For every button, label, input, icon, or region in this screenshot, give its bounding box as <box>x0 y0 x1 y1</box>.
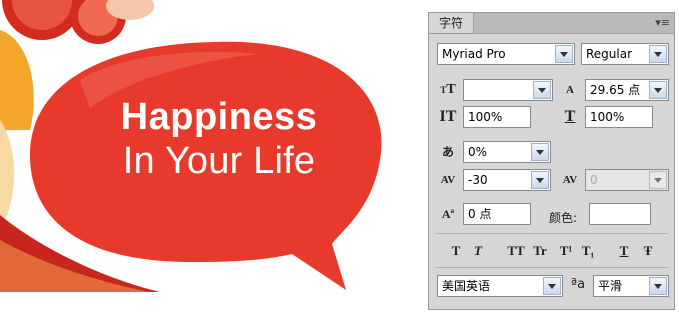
vertical-scale-icon: IT <box>439 108 457 125</box>
chevron-down-icon[interactable] <box>543 277 561 295</box>
chevron-down-icon[interactable] <box>649 45 667 63</box>
vertical-scale-input[interactable]: 100% <box>463 106 531 128</box>
font-size-input[interactable] <box>463 79 553 101</box>
language-select[interactable]: 美国英语 <box>437 275 563 297</box>
tsume-icon: あ <box>441 145 454 159</box>
tracking-input[interactable]: 0 <box>585 169 669 191</box>
food-slice <box>0 30 34 130</box>
font-family-select[interactable]: Myriad Pro <box>437 43 575 65</box>
horizontal-scale-icon: T <box>564 108 576 125</box>
chevron-down-icon[interactable] <box>533 81 551 99</box>
font-family-value: Myriad Pro <box>442 47 506 61</box>
superscript-button[interactable]: T¹ <box>557 242 575 260</box>
tracking-icon: AV <box>562 174 578 186</box>
horizontal-scale-input[interactable]: 100% <box>585 106 653 128</box>
panel-tab-bar: 字符 ▾≡ <box>429 13 674 34</box>
chevron-down-icon[interactable] <box>531 171 549 189</box>
character-panel: 字符 ▾≡ Myriad Pro Regular TT A 29.65 点 IT… <box>428 12 675 310</box>
small-caps-button[interactable]: Tr <box>531 242 549 260</box>
tab-character[interactable]: 字符 <box>429 13 474 33</box>
chevron-down-icon[interactable] <box>531 143 549 161</box>
subscript-button[interactable]: T₁ <box>579 242 597 260</box>
baseline-shift-input[interactable]: 0 点 <box>463 203 531 225</box>
chevron-down-icon[interactable] <box>649 81 667 99</box>
leading-icon: A <box>566 84 574 96</box>
antialias-select[interactable]: 平滑 <box>593 275 669 297</box>
headline-line-2: In Your Life <box>122 140 316 182</box>
headline-line-1: Happiness <box>120 96 318 138</box>
color-swatch[interactable] <box>589 203 651 225</box>
underline-button[interactable]: T <box>617 242 631 260</box>
faux-bold-button[interactable]: T <box>449 242 463 260</box>
font-style-select[interactable]: Regular <box>581 43 669 65</box>
chevron-down-icon[interactable] <box>649 277 667 295</box>
kerning-icon: AV <box>440 174 456 186</box>
font-size-icon: TT <box>440 82 456 97</box>
faux-italic-button[interactable]: T <box>471 242 485 260</box>
baseline-shift-icon: Aª <box>441 207 455 221</box>
font-style-value: Regular <box>586 47 633 61</box>
document-canvas: Happiness In Your Life <box>0 0 422 312</box>
divider <box>435 233 668 234</box>
strikethrough-button[interactable]: Ŧ <box>641 242 655 260</box>
chevron-down-icon[interactable] <box>555 45 573 63</box>
leading-input[interactable]: 29.65 点 <box>585 79 669 101</box>
chevron-down-icon[interactable] <box>649 171 667 189</box>
panel-menu-icon[interactable]: ▾≡ <box>655 16 670 29</box>
divider <box>435 267 668 268</box>
color-label: 颜色: <box>549 211 578 225</box>
all-caps-button[interactable]: TT <box>505 242 527 260</box>
tsume-input[interactable]: 0% <box>463 141 551 163</box>
kerning-input[interactable]: -30 <box>463 169 551 191</box>
antialias-icon: ªa <box>571 277 586 292</box>
